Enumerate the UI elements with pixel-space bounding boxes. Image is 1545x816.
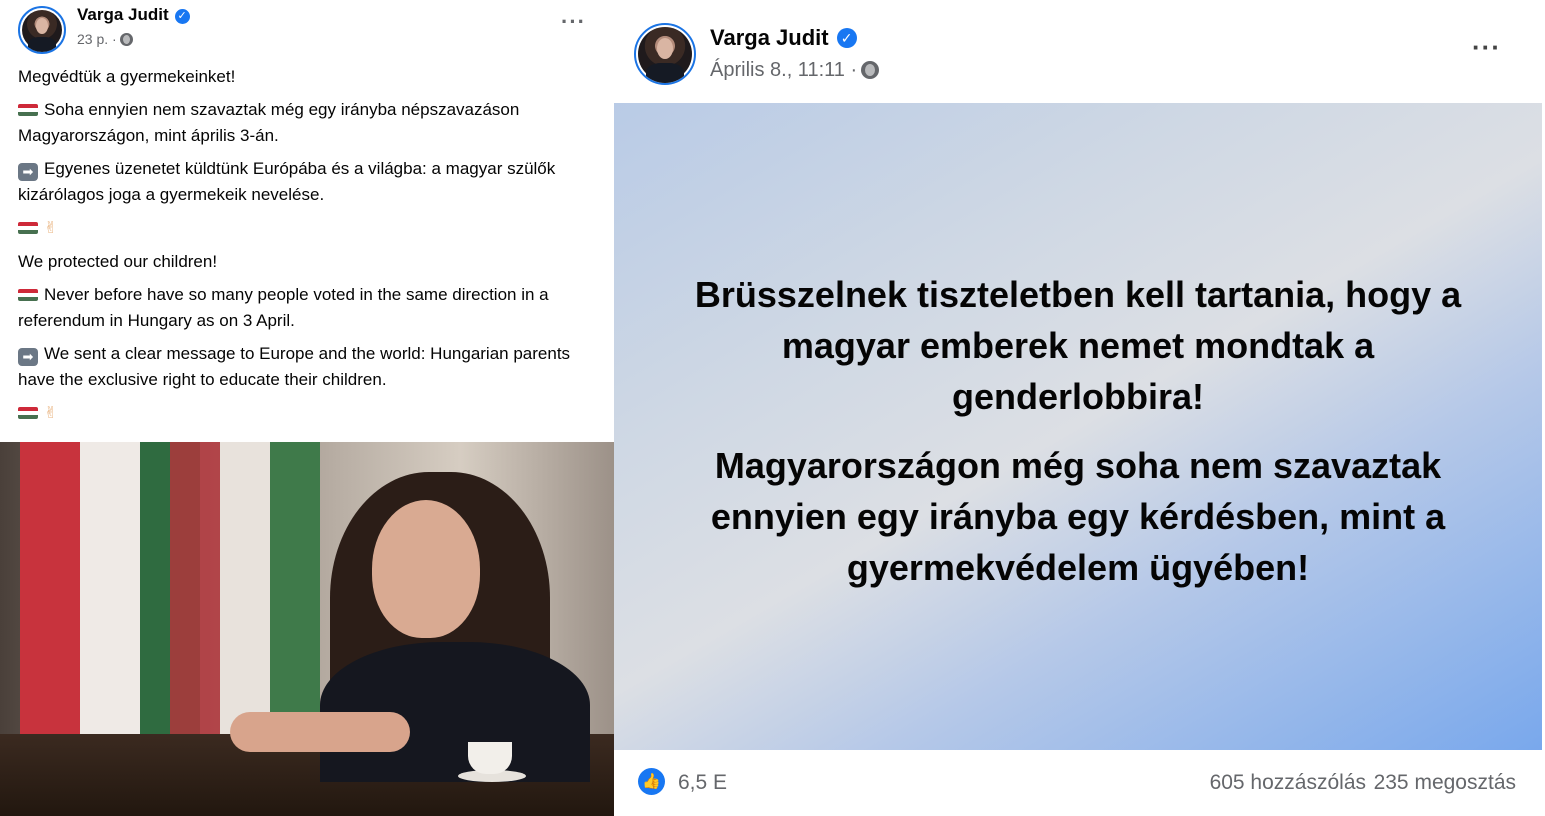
author-name-wrap: Varga Judit ✓ [710,25,857,51]
paragraph-text: Soha ennyien nem szavaztak még egy irány… [18,100,520,145]
paragraph-text: We sent a clear message to Europe and th… [18,344,571,389]
hungarian-flag-icon [18,104,38,116]
like-icon[interactable]: 👍 [638,768,665,795]
victory-hand-icon: ✌ [44,405,58,422]
hungarian-flag-icon [18,407,38,419]
post-paragraph: Soha ennyien nem szavaztak még egy irány… [18,97,603,149]
banner-text-1: Brüsszelnek tiszteletben kell tartania, … [694,274,1462,417]
globe-icon [119,33,133,46]
author-avatar[interactable] [18,6,66,54]
paragraph-text: Egyenes üzenetet küldtünk Európába és a … [18,159,556,204]
comment-count[interactable]: 605 hozzászólás [1210,771,1366,795]
post-header: Varga Judit ✓ 23 p. · ··· [0,0,614,60]
author-name[interactable]: Varga Judit [710,25,829,50]
hungarian-flag-icon [18,222,38,234]
left-post: Varga Judit ✓ 23 p. · ··· Megvédtük a gye… [0,0,614,816]
post-reactions-bar: 👍 6,5 E 605 hozzászólás 235 megosztás [614,750,1542,816]
post-photo[interactable] [0,442,614,816]
reaction-count[interactable]: 6,5 E [678,771,727,795]
post-timestamp[interactable]: 23 p. · [77,31,117,47]
post-paragraph: ➡ Egyenes üzenetet küldtünk Európába és a… [18,156,603,208]
post-paragraph: ✌ [18,400,603,427]
share-count[interactable]: 235 megosztás [1374,771,1516,795]
post-timestamp-wrap: Április 8., 11:11 · [710,59,880,82]
banner-text-2: Magyarországon még soha nem szavaztak en… [710,445,1446,588]
author-avatar[interactable] [634,23,696,85]
post-paragraph: ✌ [18,215,603,242]
post-text-banner[interactable]: Brüsszelnek tiszteletben kell tartania, … [614,103,1542,750]
victory-hand-icon: ✌ [44,220,58,237]
verified-badge-icon: ✓ [174,9,190,24]
post-paragraph: We protected our children! [18,252,218,271]
right-post: Varga Judit ✓ Április 8., 11:11 · ··· Brü… [614,3,1542,816]
paragraph-text: Never before have so many people voted i… [18,285,549,330]
right-arrow-icon: ➡ [18,163,38,181]
post-timestamp[interactable]: Április 8., 11:11 · [710,59,857,81]
post-more-button[interactable]: ··· [1472,34,1501,60]
verified-badge-icon: ✓ [836,28,857,48]
globe-icon [861,61,880,79]
post-paragraph: Megvédtük a gyermekeinket! [18,67,236,86]
author-name-wrap: Varga Judit ✓ [77,5,190,25]
right-arrow-icon: ➡ [18,348,38,366]
author-name[interactable]: Varga Judit [77,5,169,24]
post-text: Megvédtük a gyermekeinket! Soha ennyien … [18,64,603,434]
post-paragraph: Never before have so many people voted i… [18,282,603,334]
hungarian-flag-icon [18,289,38,301]
post-more-button[interactable]: ··· [561,11,586,33]
post-timestamp-wrap: 23 p. · [77,31,133,47]
post-paragraph: ➡ We sent a clear message to Europe and t… [18,341,603,393]
